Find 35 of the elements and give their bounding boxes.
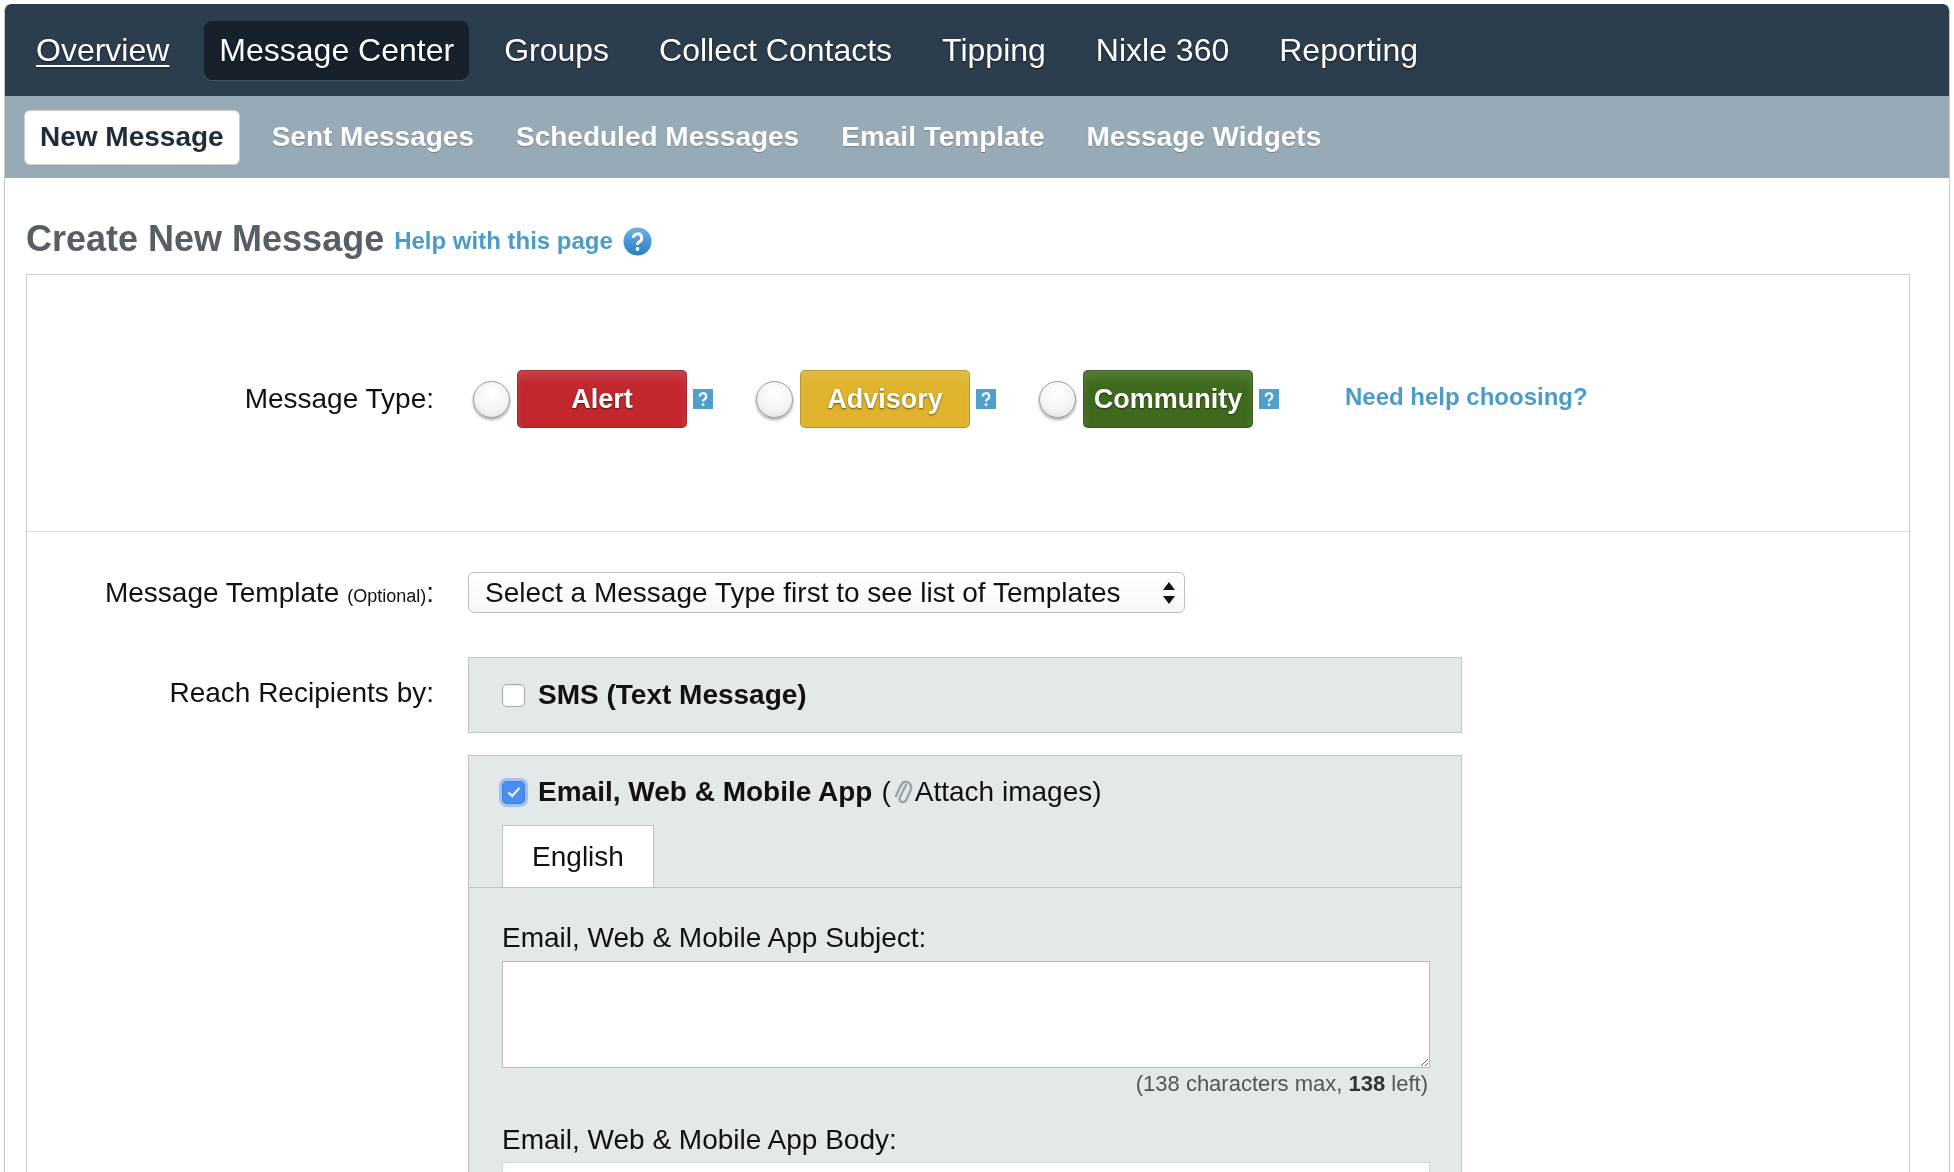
field-label: Email, Web & Mobile App Body: xyxy=(502,1124,898,1156)
nav-item[interactable]: Overview xyxy=(21,20,185,80)
checkmark-icon xyxy=(506,786,521,798)
template-select[interactable]: Select a Message Type first to see list of Templates xyxy=(468,572,1185,613)
language-tab[interactable]: English xyxy=(502,825,654,887)
help-icon[interactable] xyxy=(1259,389,1279,409)
paperclip-icon xyxy=(892,778,913,806)
field-label: Message Template (Optional): xyxy=(104,576,434,609)
nav-item[interactable]: Reporting xyxy=(1264,20,1433,80)
checkbox[interactable] xyxy=(502,683,525,707)
message-type-badge[interactable]: Alert xyxy=(517,370,687,428)
field-label: Reach Recipients by: xyxy=(169,677,434,709)
nav-item[interactable]: Collect Contacts xyxy=(644,20,908,80)
option-label: SMS (Text Message) xyxy=(538,679,807,711)
help-icon[interactable] xyxy=(622,226,652,256)
help-icon[interactable] xyxy=(693,389,713,409)
option-label: Email, Web & Mobile App xyxy=(538,776,873,808)
field-label: Email, Web & Mobile App Subject: xyxy=(502,922,928,954)
select-arrows-icon xyxy=(1163,581,1175,604)
nav-item[interactable]: Message Center xyxy=(204,20,470,80)
character-counter: (138 characters max, 138 left) xyxy=(1135,1071,1428,1097)
radio-button[interactable] xyxy=(756,380,793,418)
checkbox[interactable] xyxy=(502,780,525,804)
sub-nav-item[interactable]: New Message xyxy=(24,109,240,165)
nav-item[interactable]: Tipping xyxy=(927,20,1061,80)
message-type-badge[interactable]: Community xyxy=(1083,370,1253,428)
help-icon[interactable] xyxy=(976,389,996,409)
nav-item[interactable]: Groups xyxy=(489,20,625,80)
page-title: Create New Message xyxy=(26,218,385,260)
nav-item[interactable]: Nixle 360 xyxy=(1080,20,1245,80)
field-label: Message Type: xyxy=(244,383,434,415)
attach-images-link[interactable]: ( Attach images) xyxy=(881,776,1102,808)
subject-field[interactable] xyxy=(502,961,1430,1068)
radio-button[interactable] xyxy=(1039,380,1076,418)
radio-button[interactable] xyxy=(473,380,510,418)
